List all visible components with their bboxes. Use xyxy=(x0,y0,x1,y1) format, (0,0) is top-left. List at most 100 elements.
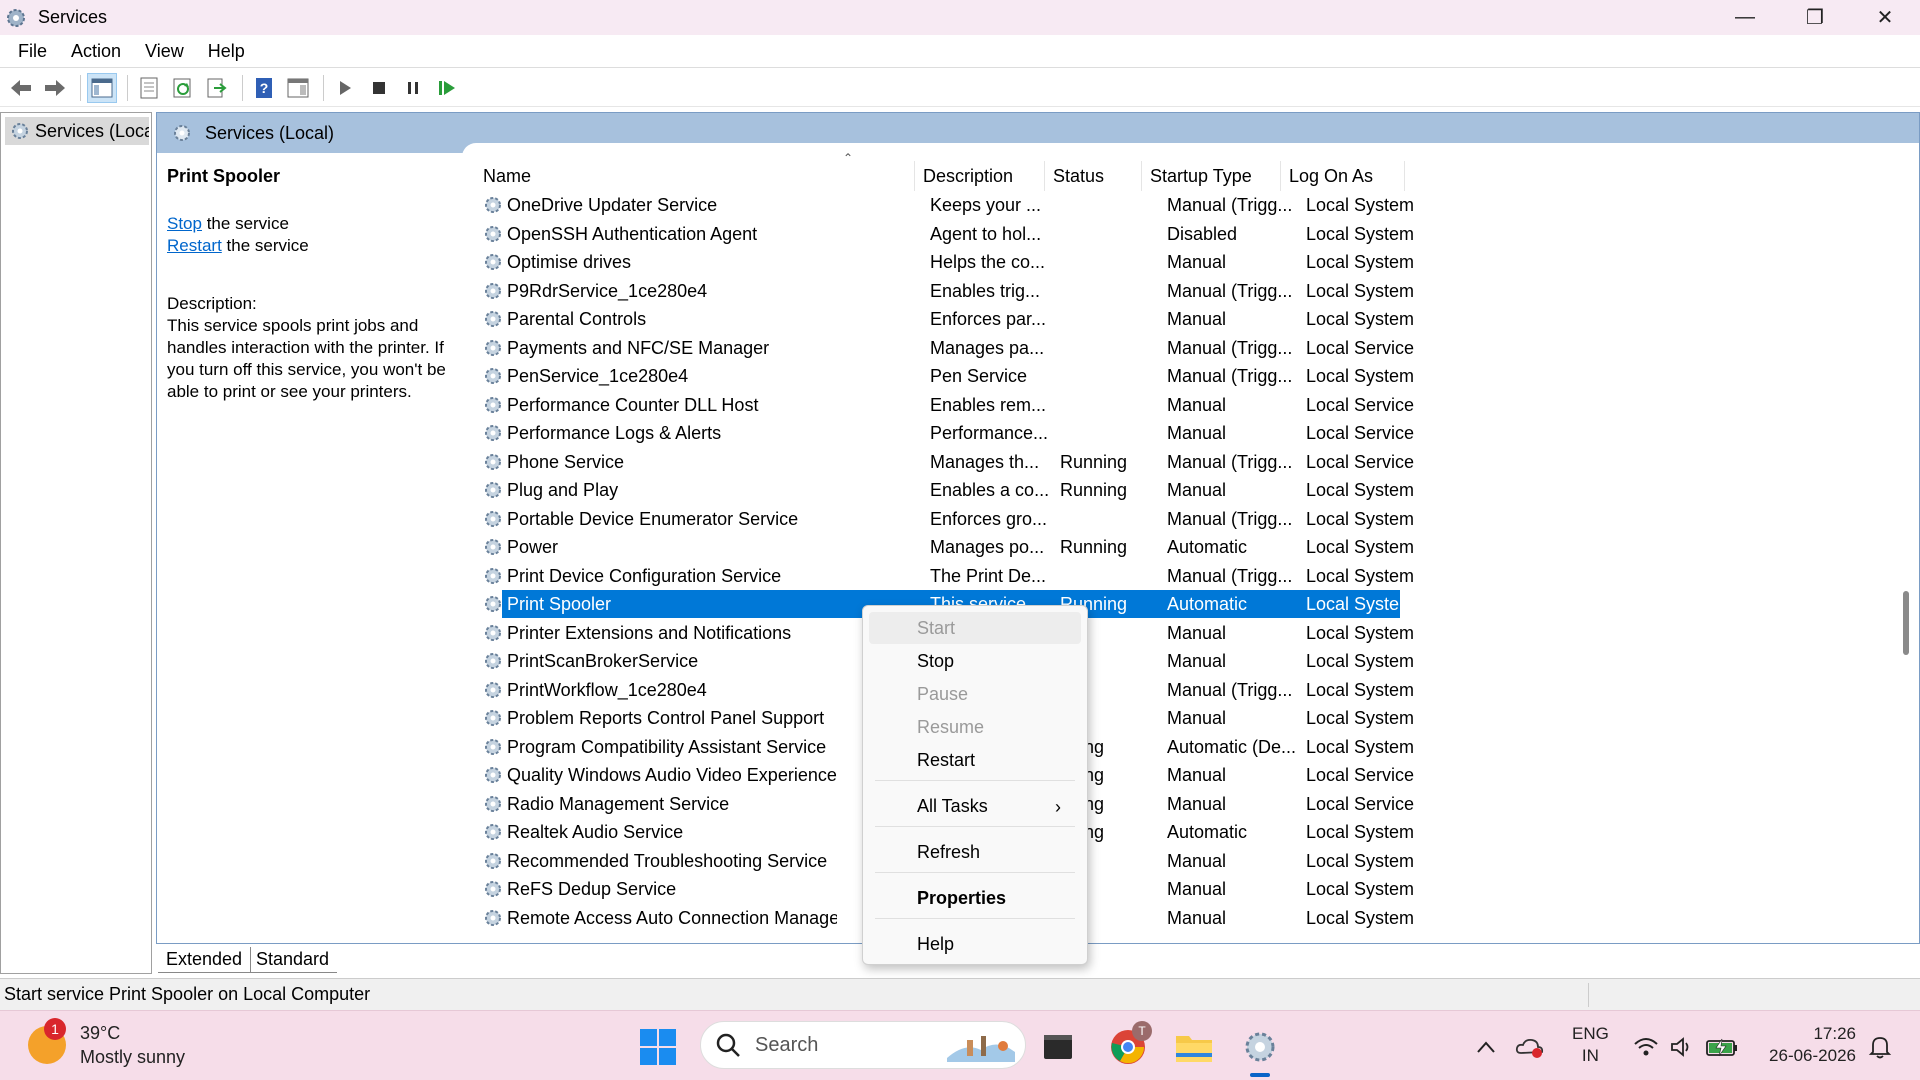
table-row[interactable]: Portable Device Enumerator Service Enforc… xyxy=(480,505,1580,534)
taskbar-app-file-explorer[interactable] xyxy=(1172,1025,1216,1069)
clock-date: 26-06-2026 xyxy=(1769,1046,1856,1065)
tab-standard[interactable]: Standard xyxy=(248,947,338,973)
service-gear-icon xyxy=(485,795,501,812)
menu-action[interactable]: Action xyxy=(67,41,125,62)
show-hidden-icons-button[interactable] xyxy=(1464,1025,1508,1069)
service-status: Running xyxy=(1060,537,1128,557)
restore-button[interactable]: ❐ xyxy=(1780,0,1850,35)
services-gear-icon xyxy=(12,123,28,139)
service-gear-icon xyxy=(485,852,501,869)
taskbar-search[interactable]: Search xyxy=(700,1021,1026,1069)
vertical-scrollbar-thumb[interactable] xyxy=(1903,591,1909,655)
properties-toolbar-button[interactable] xyxy=(134,73,164,103)
tray-onedrive[interactable] xyxy=(1508,1025,1552,1069)
start-service-button[interactable] xyxy=(330,73,360,103)
service-log-on-as: Local System xyxy=(1306,223,1415,244)
service-startup-type: Manual xyxy=(1167,708,1227,728)
stop-service-link[interactable]: Stop xyxy=(167,214,202,233)
table-row[interactable]: Print Device Configuration Service The Pr… xyxy=(480,562,1580,591)
tree-item-services-local[interactable]: Services (Local xyxy=(5,117,149,145)
tab-extended[interactable]: Extended xyxy=(158,947,252,973)
taskbar-app-services[interactable] xyxy=(1238,1025,1282,1077)
service-gear-icon xyxy=(485,225,501,242)
service-log-on-as: Local System xyxy=(1306,907,1415,928)
clock-time: 17:26 xyxy=(1813,1024,1856,1043)
forward-button[interactable] xyxy=(40,73,70,103)
tray-battery[interactable] xyxy=(1700,1025,1744,1069)
column-header-name[interactable]: Name xyxy=(475,161,915,191)
service-name: ReFS Dedup Service xyxy=(507,879,677,899)
table-row[interactable]: OneDrive Updater Service Keeps your ... Ma… xyxy=(480,191,1580,220)
help-book-icon: ? xyxy=(256,77,272,98)
notifications-button[interactable] xyxy=(1858,1025,1902,1069)
table-row[interactable]: OpenSSH Authentication Agent Agent to hol… xyxy=(480,220,1580,249)
service-name: Performance Counter DLL Host xyxy=(507,394,759,415)
close-button[interactable]: ✕ xyxy=(1850,0,1920,35)
table-row[interactable]: PenService_1ce280e4 Pen Service Manual (Tr… xyxy=(480,362,1580,391)
taskbar-app-terminal[interactable] xyxy=(1036,1025,1080,1069)
back-arrow-icon xyxy=(11,79,31,96)
column-header-startup-type[interactable]: Startup Type xyxy=(1142,161,1281,191)
restart-service-button[interactable] xyxy=(432,73,462,103)
service-log-on-as: Local System xyxy=(1306,565,1415,586)
service-log-on-as: Local Service xyxy=(1306,451,1415,472)
table-row[interactable]: Performance Logs & Alerts Performance... M… xyxy=(480,419,1580,448)
context-menu-start[interactable]: Start xyxy=(869,612,1081,644)
back-button[interactable] xyxy=(6,73,36,103)
table-row[interactable]: Optimise drives Helps the co... Manual Loca… xyxy=(480,248,1580,277)
stop-service-button[interactable] xyxy=(364,73,394,103)
column-header-log-on-as[interactable]: Log On As xyxy=(1281,161,1405,191)
context-menu-refresh[interactable]: Refresh xyxy=(869,836,1081,868)
table-row[interactable]: P9RdrService_1ce280e4 Enables trig... Manu… xyxy=(480,277,1580,306)
table-row[interactable]: Plug and Play Enables a co... Running Manua… xyxy=(480,476,1580,505)
service-gear-icon xyxy=(485,681,501,698)
taskbar-app-chrome[interactable]: T xyxy=(1106,1021,1152,1069)
context-menu-properties[interactable]: Properties xyxy=(869,882,1081,914)
speaker-icon xyxy=(1671,1037,1689,1057)
service-startup-type: Manual (Trigg... xyxy=(1167,679,1293,700)
taskbar-clock[interactable]: 17:26 26-06-2026 xyxy=(1760,1023,1856,1067)
help-toolbar-button[interactable]: ? xyxy=(249,73,279,103)
table-row[interactable]: Parental Controls Enforces par... Manual Lo… xyxy=(480,305,1580,334)
menu-file[interactable]: File xyxy=(14,41,51,62)
pause-service-button[interactable] xyxy=(398,73,428,103)
service-startup-type: Manual xyxy=(1167,850,1227,871)
column-header-description[interactable]: Description xyxy=(915,161,1045,191)
export-list-button[interactable] xyxy=(202,73,232,103)
minimize-button[interactable]: — xyxy=(1710,0,1780,35)
context-menu-restart[interactable]: Restart xyxy=(869,744,1081,776)
service-gear-icon xyxy=(485,453,501,470)
context-menu-resume[interactable]: Resume xyxy=(869,711,1081,743)
menu-help[interactable]: Help xyxy=(204,41,249,62)
input-language-indicator[interactable]: ENG IN xyxy=(1572,1023,1609,1067)
weather-condition: Mostly sunny xyxy=(80,1047,186,1067)
refresh-icon xyxy=(173,78,191,97)
windows-start-icon[interactable] xyxy=(640,1029,676,1065)
table-row[interactable]: Performance Counter DLL Host Enables rem.… xyxy=(480,391,1580,420)
service-log-on-as: Local System xyxy=(1306,679,1415,700)
service-startup-type: Manual xyxy=(1167,879,1227,899)
tray-volume[interactable] xyxy=(1660,1025,1704,1069)
table-row[interactable]: Phone Service Manages th... Running Manual … xyxy=(480,448,1580,477)
context-menu-stop[interactable]: Stop xyxy=(869,645,1081,677)
service-log-on-as: Local Service xyxy=(1306,793,1415,814)
context-menu-help[interactable]: Help xyxy=(869,928,1081,960)
window-title: Services xyxy=(38,7,108,27)
table-row[interactable]: Power Manages po... Running Automatic Local … xyxy=(480,533,1580,562)
column-header-status[interactable]: Status xyxy=(1045,161,1142,191)
context-menu-all-tasks[interactable]: All Tasks › xyxy=(869,790,1081,822)
restart-service-link[interactable]: Restart xyxy=(167,236,222,255)
table-row[interactable]: Payments and NFC/SE Manager Manages pa...… xyxy=(480,334,1580,363)
service-log-on-as: Local System xyxy=(1306,822,1415,842)
refresh-toolbar-button[interactable] xyxy=(168,73,198,103)
context-menu-pause[interactable]: Pause xyxy=(869,678,1081,710)
service-startup-type: Manual (Trigg... xyxy=(1167,565,1293,586)
service-description: Helps the co... xyxy=(930,252,1046,272)
show-console-tree-button[interactable] xyxy=(87,72,117,103)
weather-widget[interactable]: 1 39°C Mostly sunny xyxy=(28,1018,186,1069)
stop-icon xyxy=(373,81,385,94)
show-action-pane-button[interactable] xyxy=(283,73,313,103)
pane-header: Services (Local) xyxy=(157,113,462,153)
menu-view[interactable]: View xyxy=(141,41,188,62)
search-placeholder: Search xyxy=(755,1033,819,1056)
